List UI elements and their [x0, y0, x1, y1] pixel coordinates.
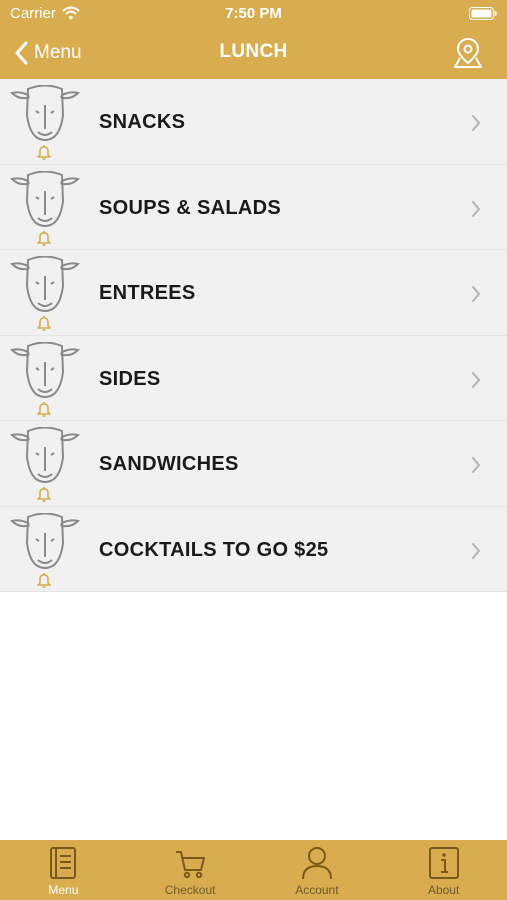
bell-icon	[36, 144, 52, 165]
category-row[interactable]: SIDES	[0, 335, 507, 422]
tab-checkout[interactable]: Checkout	[127, 840, 254, 900]
sheep-logo-icon	[10, 426, 80, 494]
category-row[interactable]: ENTREES	[0, 250, 507, 336]
tab-account[interactable]: Account	[254, 840, 381, 900]
status-bar: Carrier 7:50 PM	[0, 0, 507, 28]
chevron-right-icon	[471, 200, 481, 223]
category-label: SNACKS	[99, 111, 186, 133]
tab-about[interactable]: About	[380, 840, 507, 900]
person-icon	[301, 847, 332, 880]
chevron-right-icon	[471, 114, 481, 137]
top-bar: Carrier 7:50 PM Menu LUNCH	[0, 0, 507, 79]
map-pin-icon	[454, 37, 482, 68]
info-icon	[428, 847, 459, 879]
bell-icon	[36, 401, 52, 422]
location-button[interactable]	[453, 37, 483, 74]
category-row[interactable]: SOUPS & SALADS	[0, 164, 507, 251]
category-label: SOUPS & SALADS	[99, 196, 282, 219]
tab-about-label: About	[427, 883, 460, 897]
category-label: ENTREES	[99, 282, 196, 304]
chevron-right-icon	[471, 542, 481, 565]
tab-menu[interactable]: Menu	[0, 840, 127, 900]
sheep-logo-icon	[10, 170, 80, 238]
category-label: SANDWICHES	[99, 453, 239, 475]
page-title: LUNCH	[219, 41, 288, 62]
chevron-right-icon	[471, 456, 481, 479]
category-label: COCKTAILS TO GO $25	[99, 538, 329, 561]
tab-menu-label: Menu	[48, 883, 79, 897]
sheep-logo-icon	[10, 255, 80, 323]
bell-icon	[36, 315, 52, 336]
chevron-right-icon	[471, 285, 481, 308]
tab-bar: Menu Checkout Account About	[0, 840, 507, 900]
sheep-logo-icon	[10, 84, 80, 152]
sheep-logo-icon	[10, 341, 80, 409]
category-label: SIDES	[99, 367, 161, 390]
bell-icon	[36, 486, 52, 507]
category-row[interactable]: COCKTAILS TO GO $25	[0, 506, 507, 593]
menu-book-icon	[50, 847, 77, 879]
category-row[interactable]: SNACKS	[0, 79, 507, 165]
battery-icon	[469, 7, 497, 25]
category-list: SNACKS SOUPS & SALADS ENTREES SIDES SAND…	[0, 79, 507, 592]
tab-checkout-label: Checkout	[164, 883, 216, 897]
category-row[interactable]: SANDWICHES	[0, 421, 507, 507]
cart-icon	[176, 851, 206, 879]
tab-account-label: Account	[295, 883, 339, 897]
sheep-logo-icon	[10, 512, 80, 580]
chevron-right-icon	[471, 371, 481, 394]
bell-icon	[36, 230, 52, 251]
bell-icon	[36, 572, 52, 593]
status-time: 7:50 PM	[225, 5, 282, 22]
